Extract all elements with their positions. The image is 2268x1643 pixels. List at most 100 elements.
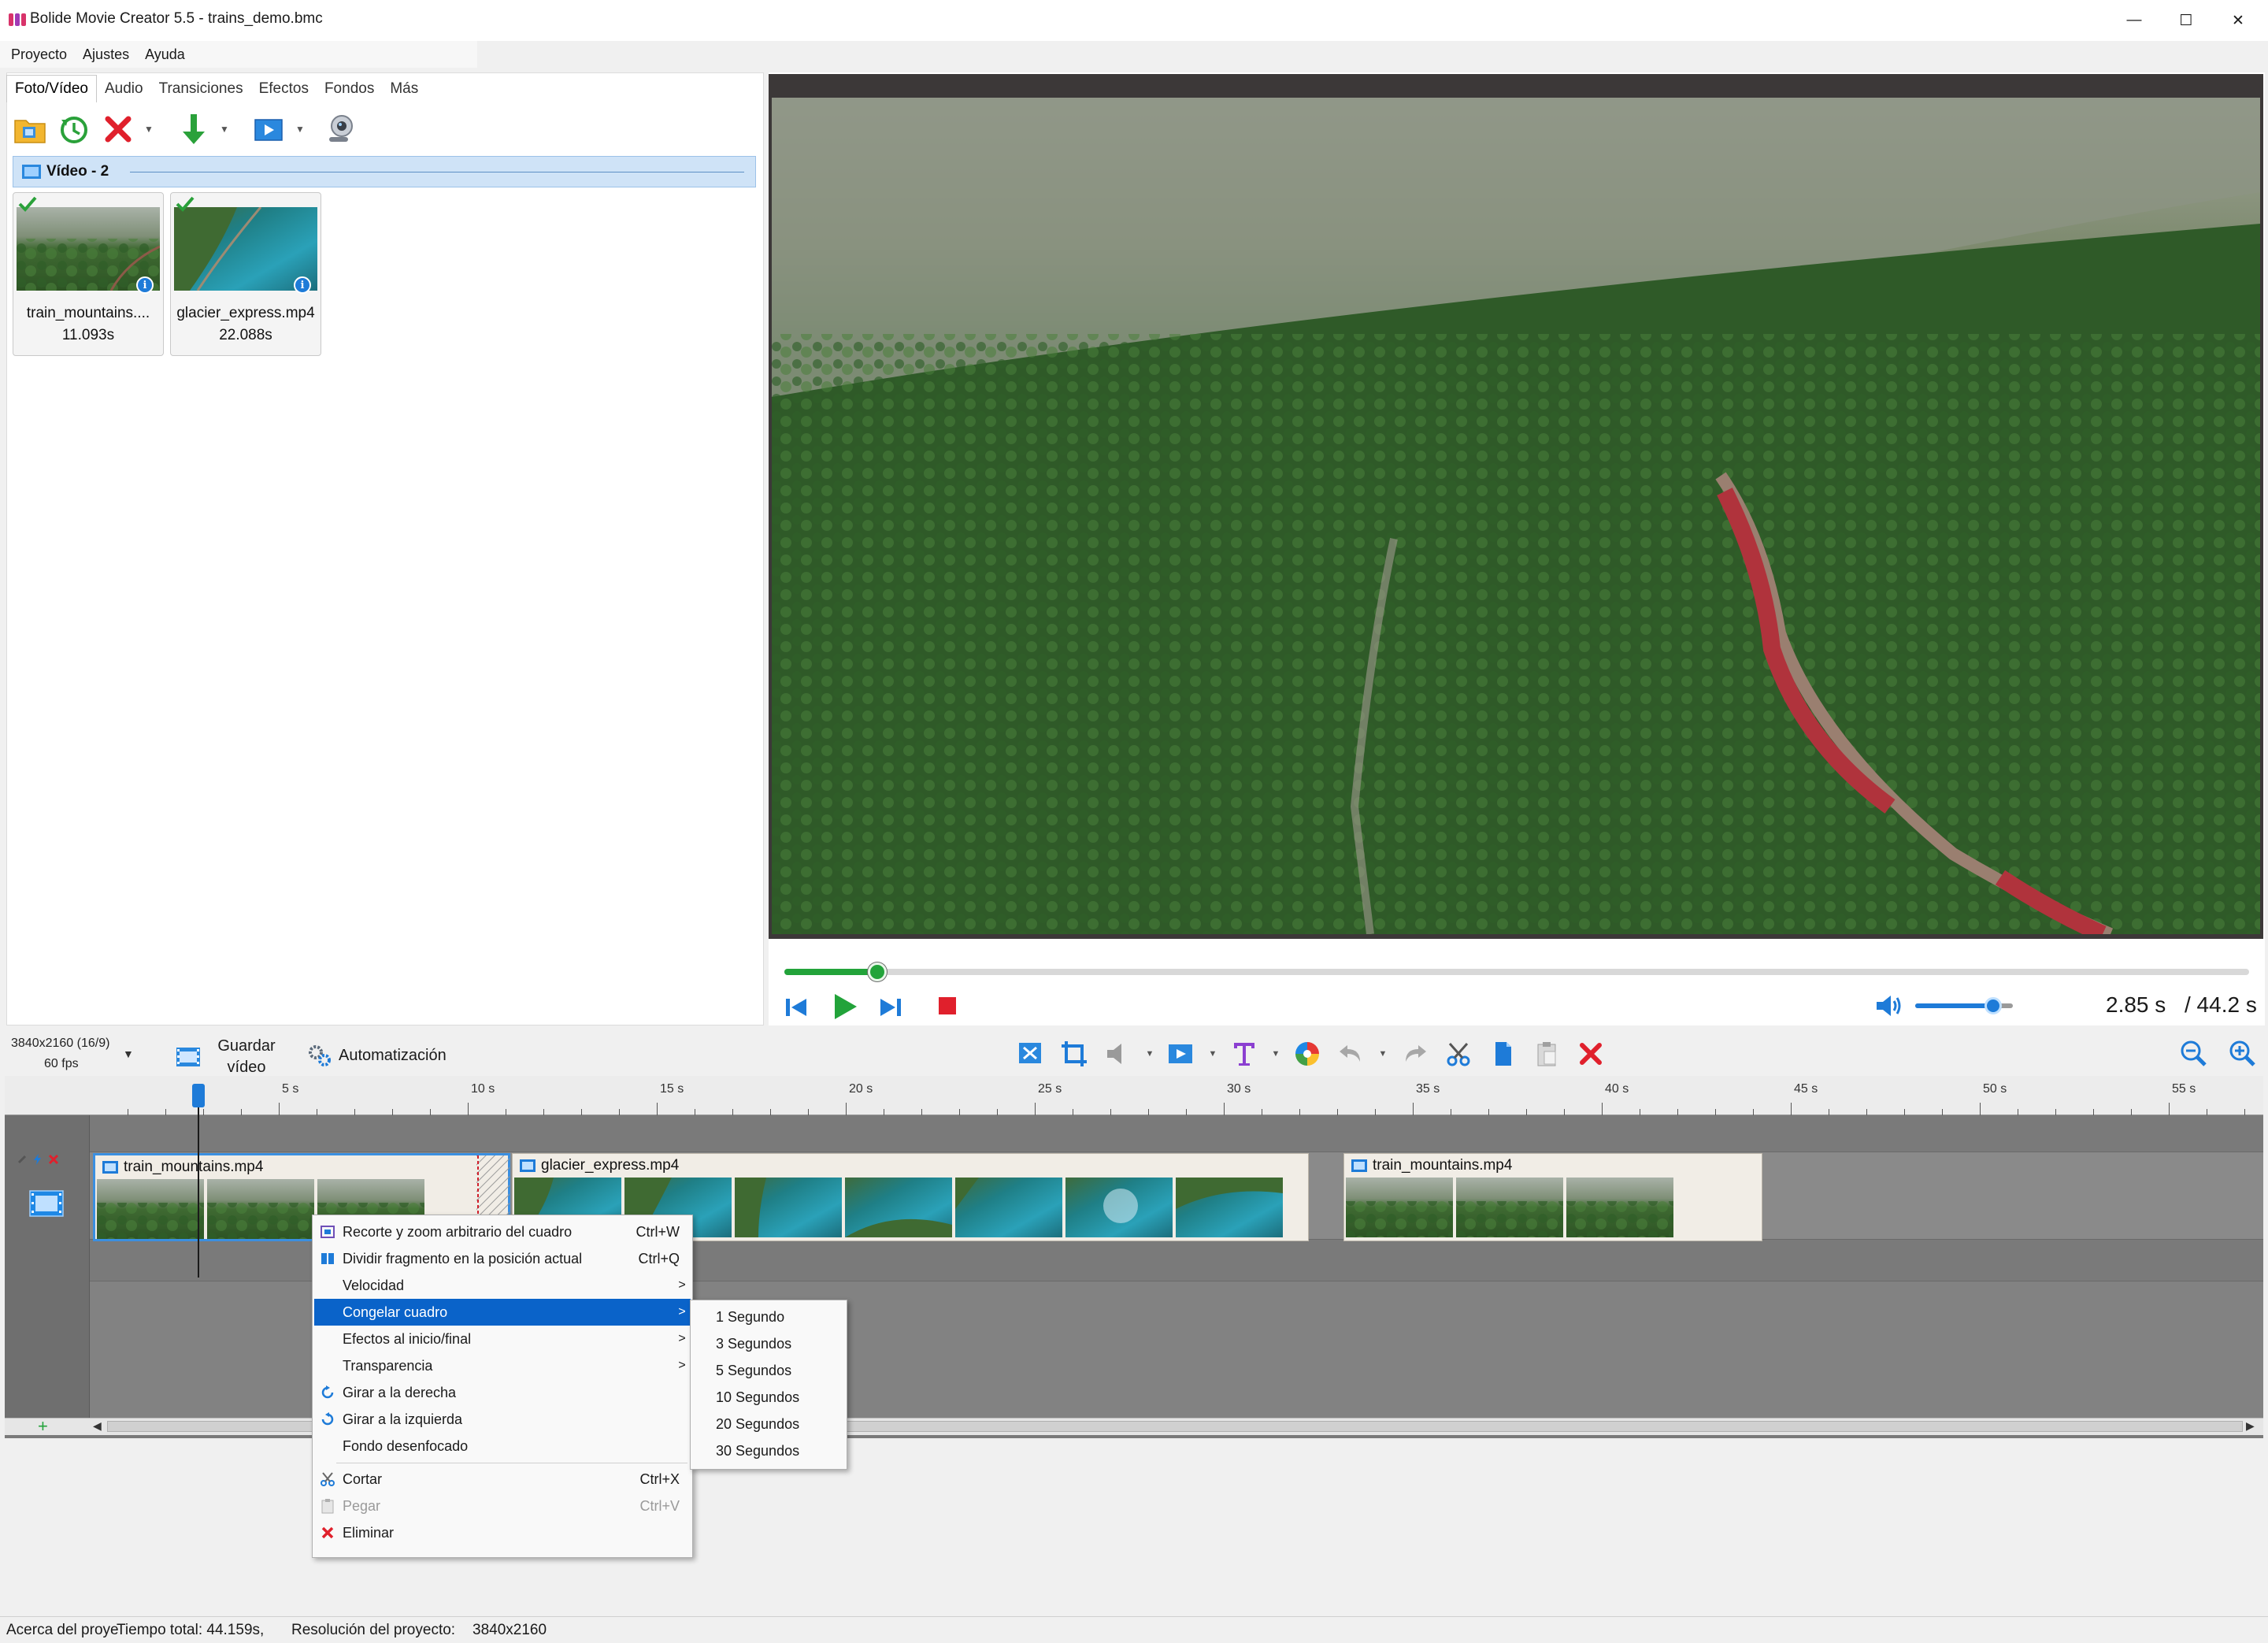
track-lightning-icon[interactable] bbox=[32, 1153, 44, 1166]
menu-item-freeze-frame[interactable]: Congelar cuadro > bbox=[314, 1299, 691, 1326]
clip-name: train_mountains.mp4 bbox=[1373, 1157, 1513, 1174]
ruler-minor-tick bbox=[1186, 1109, 1187, 1115]
undo-dropdown[interactable]: ▼ bbox=[1378, 1049, 1388, 1059]
status-resolution-value: 3840x2160 bbox=[472, 1622, 547, 1638]
previous-frame-button[interactable] bbox=[783, 994, 810, 1021]
delete-dropdown-arrow[interactable]: ▼ bbox=[143, 110, 154, 148]
menu-item-rotate-left[interactable]: Girar a la izquierda bbox=[314, 1406, 691, 1433]
menu-item-blurred-background[interactable]: Fondo desenfocado bbox=[314, 1433, 691, 1459]
menu-item-delete[interactable]: Eliminar bbox=[314, 1519, 691, 1546]
recent-button[interactable] bbox=[55, 110, 93, 148]
ruler-tick-label: 30 s bbox=[1227, 1082, 1251, 1096]
text-dropdown[interactable]: ▼ bbox=[1271, 1049, 1280, 1059]
play-dropdown-arrow[interactable]: ▼ bbox=[295, 110, 306, 148]
submenu-item-3s[interactable]: 3 Segundos bbox=[716, 1330, 791, 1357]
play-clip-button[interactable] bbox=[1164, 1037, 1199, 1071]
webcam-button[interactable] bbox=[321, 110, 359, 148]
project-fps[interactable]: 60 fps bbox=[44, 1057, 79, 1071]
playhead-handle[interactable] bbox=[192, 1084, 205, 1107]
menu-item-transparency[interactable]: Transparencia > bbox=[314, 1352, 691, 1379]
media-group-header[interactable]: Vídeo - 2 bbox=[13, 156, 756, 187]
menu-item-rotate-right[interactable]: Girar a la derecha bbox=[314, 1379, 691, 1406]
submenu-item-1s[interactable]: 1 Segundo bbox=[716, 1304, 784, 1330]
clip-frame-thumb bbox=[207, 1179, 314, 1239]
menu-ajustes[interactable]: Ajustes bbox=[83, 46, 129, 63]
gears-icon bbox=[309, 1045, 331, 1066]
time-ruler[interactable] bbox=[5, 1076, 2263, 1115]
menu-item-speed[interactable]: Velocidad > bbox=[314, 1272, 691, 1299]
menu-item-label: Congelar cuadro bbox=[343, 1304, 448, 1320]
play-media-button[interactable] bbox=[250, 110, 288, 148]
menu-ayuda[interactable]: Ayuda bbox=[145, 46, 185, 63]
volume-icon[interactable] bbox=[1874, 992, 1903, 1019]
project-resolution[interactable]: 3840x2160 (16/9) bbox=[11, 1037, 109, 1051]
track-pin-icon[interactable] bbox=[16, 1153, 28, 1166]
seek-bar[interactable] bbox=[784, 969, 2249, 975]
media-item-train-mountains[interactable]: i train_mountains.... 11.093s bbox=[13, 192, 164, 356]
menu-item-start-end-effects[interactable]: Efectos al inicio/final > bbox=[314, 1326, 691, 1352]
tab-audio[interactable]: Audio bbox=[97, 80, 151, 102]
menu-proyecto[interactable]: Proyecto bbox=[11, 46, 67, 63]
stop-button[interactable] bbox=[939, 997, 956, 1014]
media-item-glacier-express[interactable]: i glacier_express.mp4 22.088s bbox=[170, 192, 321, 356]
split-button[interactable] bbox=[1013, 1037, 1047, 1071]
paste-icon bbox=[321, 1499, 334, 1514]
play-clip-dropdown[interactable]: ▼ bbox=[1208, 1049, 1217, 1059]
total-time: / 44.2 s bbox=[2185, 992, 2257, 1017]
delete-clip-button[interactable] bbox=[1573, 1037, 1608, 1071]
save-video-button[interactable]: Guardar vídeo bbox=[175, 1037, 285, 1077]
open-folder-button[interactable] bbox=[11, 110, 49, 148]
timeline-clip-train-mountains-2[interactable]: train_mountains.mp4 bbox=[1343, 1153, 1762, 1241]
video-preview[interactable] bbox=[769, 74, 2263, 939]
submenu-item-20s[interactable]: 20 Segundos bbox=[716, 1411, 799, 1437]
zoom-out-button[interactable] bbox=[2177, 1037, 2211, 1071]
submenu-item-10s[interactable]: 10 Segundos bbox=[716, 1384, 799, 1411]
ruler-minor-tick bbox=[619, 1109, 620, 1115]
delete-media-button[interactable] bbox=[99, 110, 137, 148]
next-frame-button[interactable] bbox=[877, 994, 904, 1021]
ruler-major-tick bbox=[2169, 1103, 2170, 1115]
add-dropdown-arrow[interactable]: ▼ bbox=[219, 110, 230, 148]
volume-clip-dropdown[interactable]: ▼ bbox=[1145, 1049, 1154, 1059]
paste-button[interactable] bbox=[1529, 1037, 1564, 1071]
play-button[interactable] bbox=[828, 991, 860, 1022]
ruler-tick-label: 50 s bbox=[1983, 1082, 2007, 1096]
automation-button[interactable]: Automatización bbox=[307, 1041, 447, 1070]
tab-mas[interactable]: Más bbox=[382, 80, 426, 102]
submenu-item-5s[interactable]: 5 Segundos bbox=[716, 1357, 791, 1384]
crop-button[interactable] bbox=[1057, 1037, 1091, 1071]
add-track-button[interactable]: + bbox=[38, 1418, 48, 1435]
tab-foto-video[interactable]: Foto/Vídeo bbox=[6, 75, 97, 102]
resolution-dropdown-arrow[interactable]: ▼ bbox=[123, 1048, 134, 1060]
submenu-item-30s[interactable]: 30 Segundos bbox=[716, 1437, 799, 1464]
menu-item-label: Cortar bbox=[343, 1471, 383, 1487]
clip-header: train_mountains.mp4 bbox=[102, 1159, 263, 1176]
track-delete-icon[interactable] bbox=[47, 1153, 60, 1166]
scroll-right-arrow[interactable]: ▶ bbox=[2246, 1419, 2255, 1433]
cut-button[interactable] bbox=[1441, 1037, 1476, 1071]
scroll-left-arrow[interactable]: ◀ bbox=[93, 1419, 102, 1433]
menu-item-shortcut: Ctrl+Q bbox=[638, 1250, 680, 1267]
volume-clip-button[interactable] bbox=[1101, 1037, 1136, 1071]
info-icon[interactable]: i bbox=[136, 276, 154, 294]
zoom-in-button[interactable] bbox=[2225, 1037, 2260, 1071]
add-text-button[interactable] bbox=[1227, 1037, 1262, 1071]
tab-efectos[interactable]: Efectos bbox=[251, 80, 317, 102]
color-button[interactable] bbox=[1290, 1037, 1325, 1071]
redo-button[interactable] bbox=[1397, 1037, 1432, 1071]
copy-button[interactable] bbox=[1485, 1037, 1520, 1071]
status-about-link[interactable]: Acerca del proye bbox=[6, 1622, 119, 1639]
seek-handle[interactable] bbox=[868, 962, 887, 981]
menu-item-split[interactable]: Dividir fragmento en la posición actual … bbox=[314, 1245, 691, 1272]
undo-button[interactable] bbox=[1334, 1037, 1369, 1071]
clock-refresh-icon bbox=[61, 117, 87, 143]
volume-handle[interactable] bbox=[1984, 997, 2002, 1014]
info-icon[interactable]: i bbox=[294, 276, 311, 294]
add-to-timeline-button[interactable] bbox=[175, 110, 213, 148]
tab-fondos[interactable]: Fondos bbox=[317, 80, 382, 102]
menu-item-cut[interactable]: Cortar Ctrl+X bbox=[314, 1466, 691, 1493]
menu-item-paste[interactable]: Pegar Ctrl+V bbox=[314, 1493, 691, 1519]
tab-transiciones[interactable]: Transiciones bbox=[151, 80, 251, 102]
menu-item-crop-zoom[interactable]: Recorte y zoom arbitrario del cuadro Ctr… bbox=[314, 1218, 691, 1245]
close-window-button[interactable]: ✕ bbox=[2202, 0, 2268, 41]
